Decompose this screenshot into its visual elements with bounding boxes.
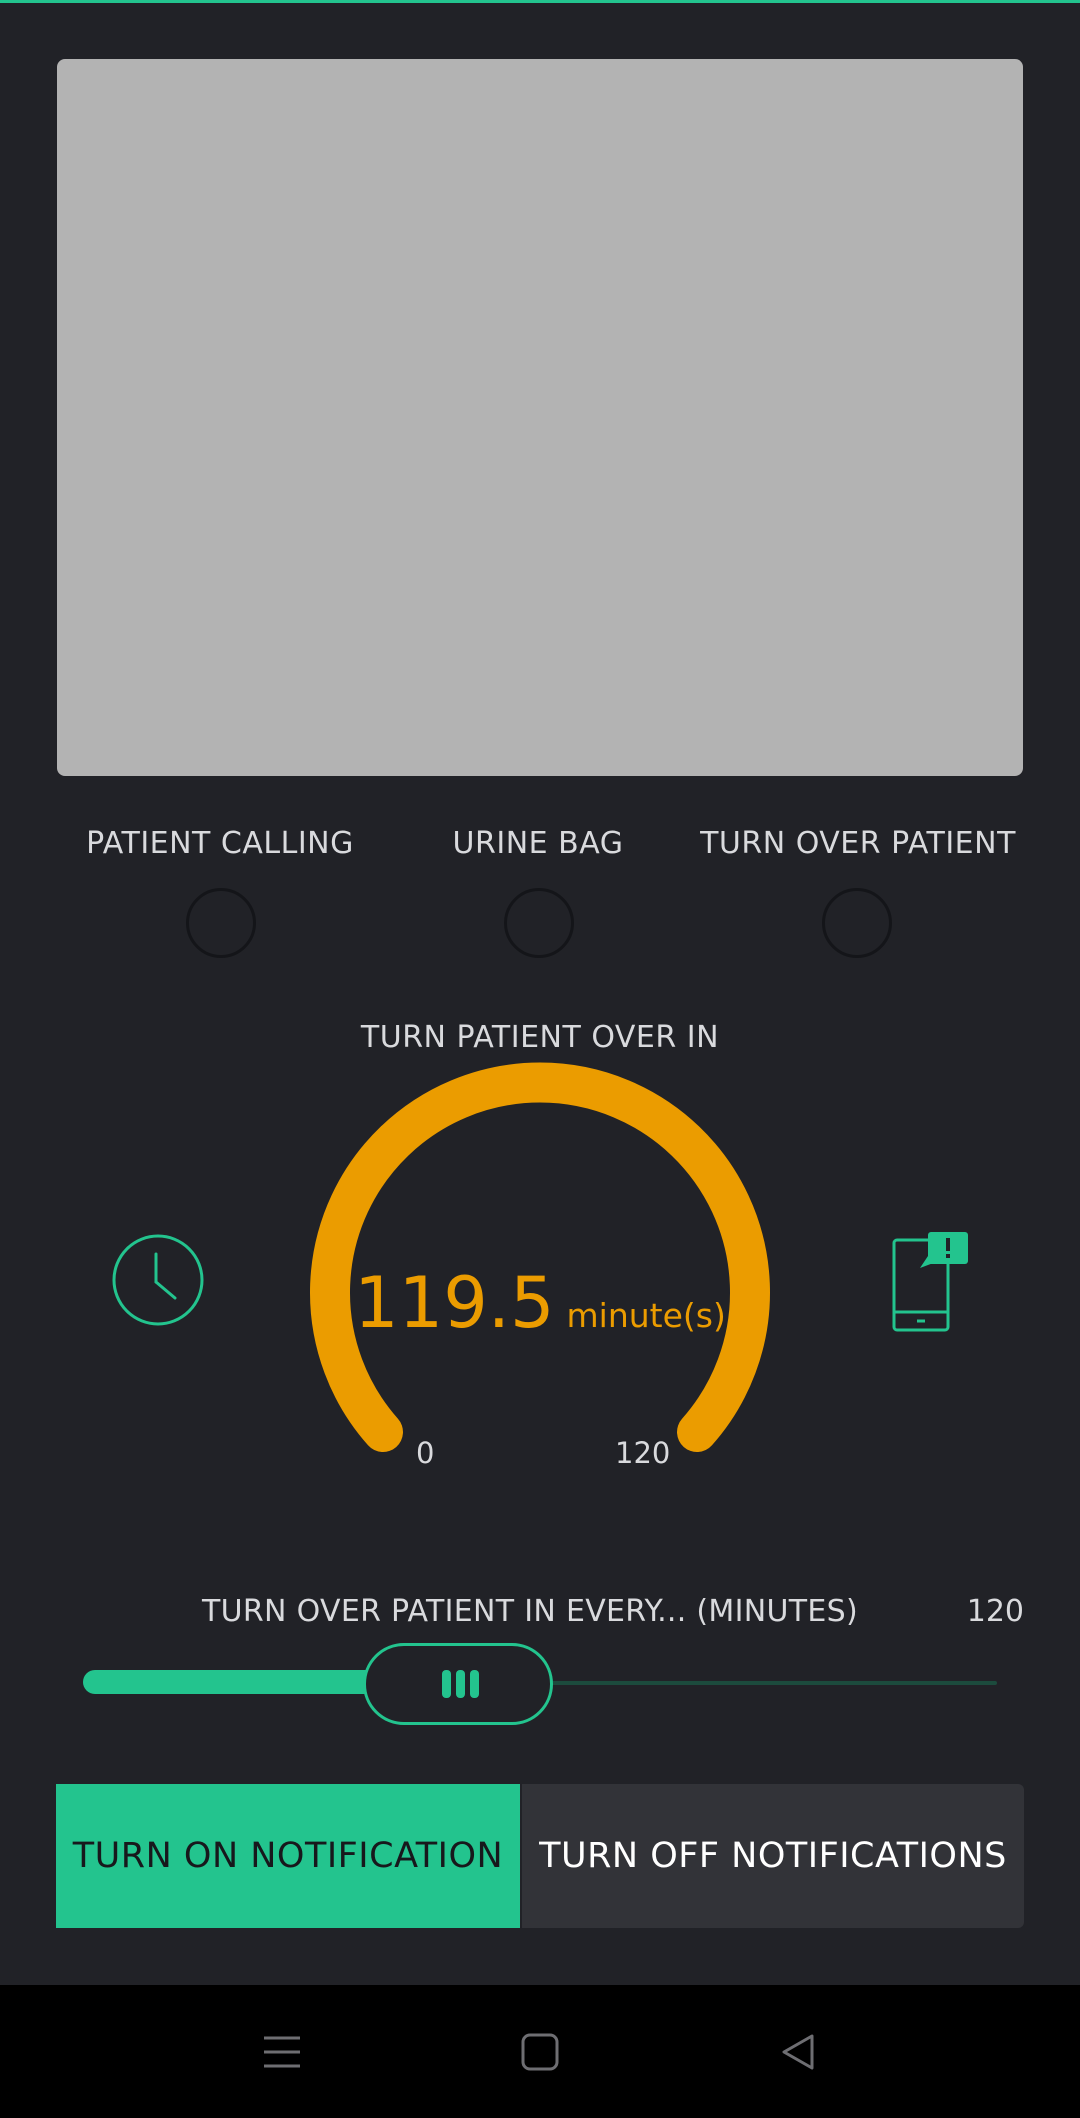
slider-value: 120	[966, 1594, 1024, 1629]
slider-fill[interactable]	[83, 1670, 403, 1694]
gauge-label: TURN PATIENT OVER IN	[360, 1020, 720, 1055]
top-accent-line	[0, 0, 1080, 3]
turn-off-notifications-button[interactable]: TURN OFF NOTIFICATIONS	[522, 1784, 1024, 1928]
gauge-value: 119.5	[354, 1262, 555, 1344]
led-turn-over-patient	[822, 888, 892, 958]
gauge-max: 120	[615, 1436, 671, 1470]
home-icon[interactable]	[480, 1985, 600, 2118]
gauge-unit: minute(s)	[566, 1296, 726, 1335]
grip-icon	[442, 1670, 480, 1698]
image-display	[57, 59, 1023, 776]
system-navigation-bar	[0, 1985, 1080, 2118]
led-label-patient-calling: PATIENT CALLING	[86, 826, 354, 861]
led-patient-calling	[186, 888, 256, 958]
menu-icon[interactable]	[222, 1985, 342, 2118]
led-label-urine-bag: URINE BAG	[452, 826, 624, 861]
slider-thumb[interactable]	[363, 1643, 553, 1725]
turn-on-notification-button[interactable]: TURN ON NOTIFICATION	[56, 1784, 520, 1928]
back-icon[interactable]	[738, 1985, 858, 2118]
clock-icon[interactable]	[111, 1233, 205, 1327]
gauge-min: 0	[416, 1436, 435, 1470]
phone-notification-icon[interactable]	[884, 1228, 970, 1332]
led-urine-bag	[504, 888, 574, 958]
led-label-turn-over-patient: TURN OVER PATIENT	[700, 826, 1016, 861]
gauge-value-display: 119.5 minute(s)	[340, 1262, 740, 1344]
slider-label: TURN OVER PATIENT IN EVERY... (MINUTES)	[202, 1594, 858, 1629]
